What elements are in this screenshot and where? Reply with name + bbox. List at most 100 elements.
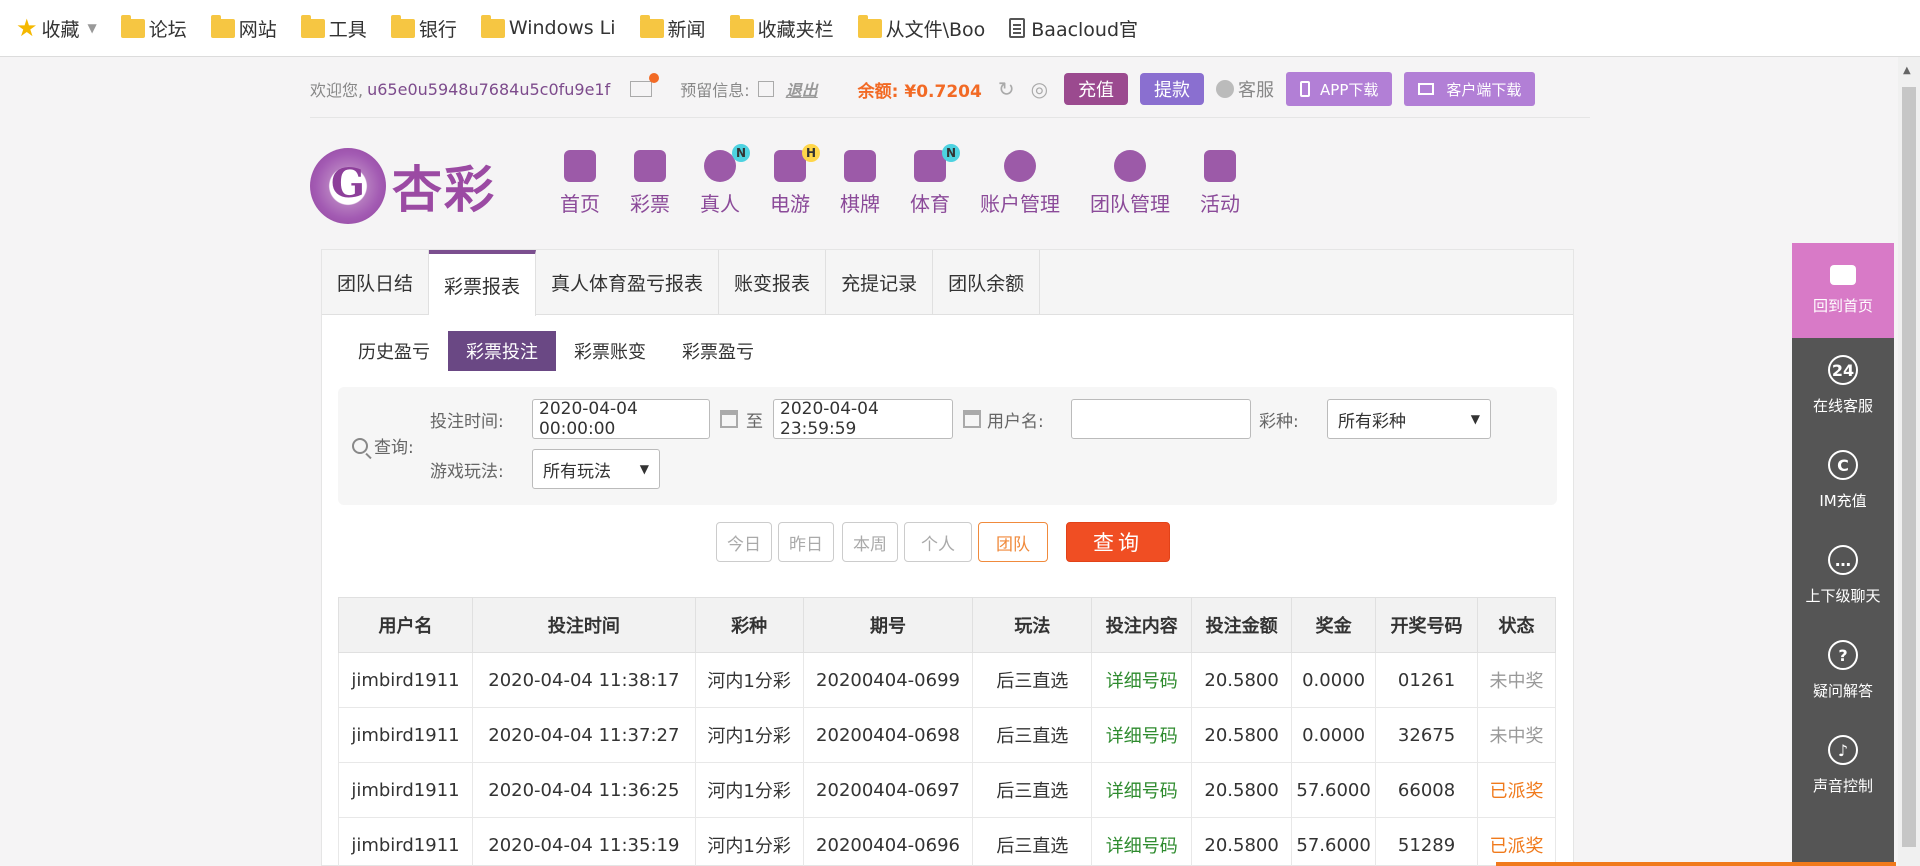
hot-badge: H: [802, 144, 820, 162]
detail-link[interactable]: 详细号码: [1091, 817, 1193, 866]
withdraw-button[interactable]: 提款: [1140, 73, 1205, 105]
home-icon: [1830, 265, 1856, 285]
gift-icon: [1204, 150, 1236, 182]
username-link[interactable]: u65e0u5948u7684u5c0fu9e1f: [367, 80, 610, 99]
recharge-button[interactable]: 充值: [1064, 73, 1129, 105]
detail-link[interactable]: 详细号码: [1091, 707, 1193, 763]
nav-sports[interactable]: N 体育: [910, 144, 960, 230]
page-icon: [1009, 18, 1026, 38]
nav-cards[interactable]: 棋牌: [840, 150, 880, 230]
bookmark-folder[interactable]: 工具: [300, 8, 367, 48]
edit-icon[interactable]: [757, 81, 774, 97]
play-type-select[interactable]: 所有玩法 ▼: [532, 449, 660, 489]
subtab-lottery-pnl[interactable]: 彩票盈亏: [664, 331, 772, 371]
detail-link[interactable]: 详细号码: [1091, 762, 1193, 818]
team-button[interactable]: 团队: [978, 522, 1048, 562]
bookmark-folder[interactable]: 收藏夹栏: [729, 8, 834, 48]
customer-service-link[interactable]: 客服: [1216, 76, 1274, 102]
client-download-button[interactable]: 客户端下载: [1404, 72, 1536, 106]
sub-tabs: 历史盈亏 彩票投注 彩票账变 彩票盈亏: [340, 331, 1573, 371]
subtab-lottery-changes[interactable]: 彩票账变: [556, 331, 664, 371]
col-period: 期号: [802, 597, 974, 653]
reserve-info-label: 预留信息:: [680, 81, 750, 100]
status-cell: 未中奖: [1477, 707, 1556, 763]
bookmark-favorites[interactable]: ★ 收藏 ▼: [16, 8, 97, 48]
folder-icon: [210, 14, 235, 38]
bookmark-page[interactable]: Baacloud官: [1009, 8, 1138, 48]
subtab-lottery-bets[interactable]: 彩票投注: [448, 331, 556, 371]
lottery-type-select[interactable]: 所有彩种 ▼: [1327, 399, 1491, 439]
dealer-icon: N: [704, 144, 750, 182]
nav-account[interactable]: 账户管理: [980, 150, 1060, 230]
home-icon: [564, 150, 596, 182]
nav-promo[interactable]: 活动: [1200, 150, 1240, 230]
logout-link[interactable]: 退出: [786, 77, 818, 101]
yesterday-button[interactable]: 昨日: [778, 522, 834, 562]
tab-deposit-withdraw[interactable]: 充提记录: [826, 250, 934, 314]
sidebar-online-service[interactable]: 24 在线客服: [1792, 338, 1894, 433]
calendar-icon[interactable]: [720, 410, 738, 428]
folder-icon: [480, 14, 505, 38]
bookmarks-bar: ★ 收藏 ▼ 论坛 网站 工具 银行 Windows Li 新闻 收藏夹栏 从文…: [0, 0, 1920, 57]
username-label: 用户名:: [987, 411, 1044, 432]
username-input[interactable]: [1071, 399, 1251, 439]
headset-icon: [1216, 80, 1235, 98]
sidebar-back-home[interactable]: 回到首页: [1792, 243, 1894, 338]
search-icon: [352, 437, 368, 454]
tab-lottery-report[interactable]: 彩票报表: [429, 250, 537, 316]
logo-text: 杏彩: [392, 160, 496, 219]
subtab-history-pnl[interactable]: 历史盈亏: [340, 331, 448, 371]
sidebar-chat[interactable]: … 上下级聊天: [1792, 528, 1894, 623]
personal-button[interactable]: 个人: [904, 522, 972, 562]
scroll-thumb[interactable]: [1902, 87, 1916, 847]
nav-egame[interactable]: H 电游: [770, 144, 820, 230]
tab-live-sports-report[interactable]: 真人体育盈亏报表: [536, 250, 720, 314]
status-cell: 已派奖: [1477, 762, 1556, 818]
tab-team-daily[interactable]: 团队日结: [322, 250, 430, 314]
bookmark-folder[interactable]: 论坛: [120, 8, 187, 48]
nav-home[interactable]: 首页: [560, 150, 600, 230]
table-row: jimbird1911 2020-04-04 11:36:25 河内1分彩 20…: [338, 762, 1556, 818]
tab-account-change[interactable]: 账变报表: [719, 250, 827, 314]
dropdown-arrow-icon: ▼: [1470, 412, 1480, 426]
scroll-up-icon[interactable]: ▲: [1903, 65, 1911, 76]
calendar-icon[interactable]: [963, 410, 981, 428]
sidebar-im-recharge[interactable]: C IM充值: [1792, 433, 1894, 528]
detail-link[interactable]: 详细号码: [1091, 652, 1193, 708]
this-week-button[interactable]: 本周: [842, 522, 898, 562]
status-cell: 未中奖: [1477, 652, 1556, 708]
search-button[interactable]: 查询: [1066, 522, 1170, 562]
site-logo[interactable]: 杏彩: [310, 148, 510, 224]
hide-eye-icon[interactable]: ◎: [1031, 77, 1048, 101]
col-bet-time: 投注时间: [471, 597, 696, 653]
folder-icon: [390, 14, 415, 38]
sidebar-faq[interactable]: ? 疑问解答: [1792, 623, 1894, 718]
speaker-icon: ♪: [1828, 735, 1858, 765]
end-time-input[interactable]: 2020-04-04 23:59:59: [773, 399, 953, 439]
status-cell: 已派奖: [1477, 817, 1556, 866]
bookmark-folder[interactable]: 银行: [390, 8, 457, 48]
query-form: 查询: 投注时间: 2020-04-04 00:00:00 至 2020-04-…: [338, 387, 1557, 505]
bookmark-folder[interactable]: Windows Li: [480, 8, 616, 48]
nav-team[interactable]: 团队管理: [1090, 150, 1170, 230]
page-scrollbar[interactable]: ▲: [1898, 57, 1920, 866]
nav-lottery[interactable]: 彩票: [630, 150, 670, 230]
mail-icon[interactable]: [630, 73, 660, 97]
quick-filter-row: 今日 昨日 本周 个人 团队 查询: [322, 522, 1575, 564]
bookmark-folder[interactable]: 网站: [210, 8, 277, 48]
col-status: 状态: [1477, 597, 1556, 653]
today-button[interactable]: 今日: [716, 522, 772, 562]
app-download-button[interactable]: APP下载: [1286, 72, 1393, 106]
col-amount: 投注金额: [1191, 597, 1293, 653]
start-time-input[interactable]: 2020-04-04 00:00:00: [532, 399, 710, 439]
refresh-icon[interactable]: ↻: [998, 77, 1015, 101]
bookmark-folder[interactable]: 新闻: [639, 8, 706, 48]
col-content: 投注内容: [1091, 597, 1193, 653]
table-header-row: 用户名 投注时间 彩种 期号 玩法 投注内容 投注金额 奖金 开奖号码 状态: [338, 597, 1556, 653]
tab-team-balance[interactable]: 团队余额: [933, 250, 1041, 314]
phone-icon: [1300, 81, 1311, 97]
table-row: jimbird1911 2020-04-04 11:37:27 河内1分彩 20…: [338, 707, 1556, 763]
bookmark-folder[interactable]: 从文件\Boo: [857, 8, 985, 48]
nav-live[interactable]: N 真人: [700, 144, 750, 230]
sidebar-sound[interactable]: ♪ 声音控制: [1792, 718, 1894, 813]
